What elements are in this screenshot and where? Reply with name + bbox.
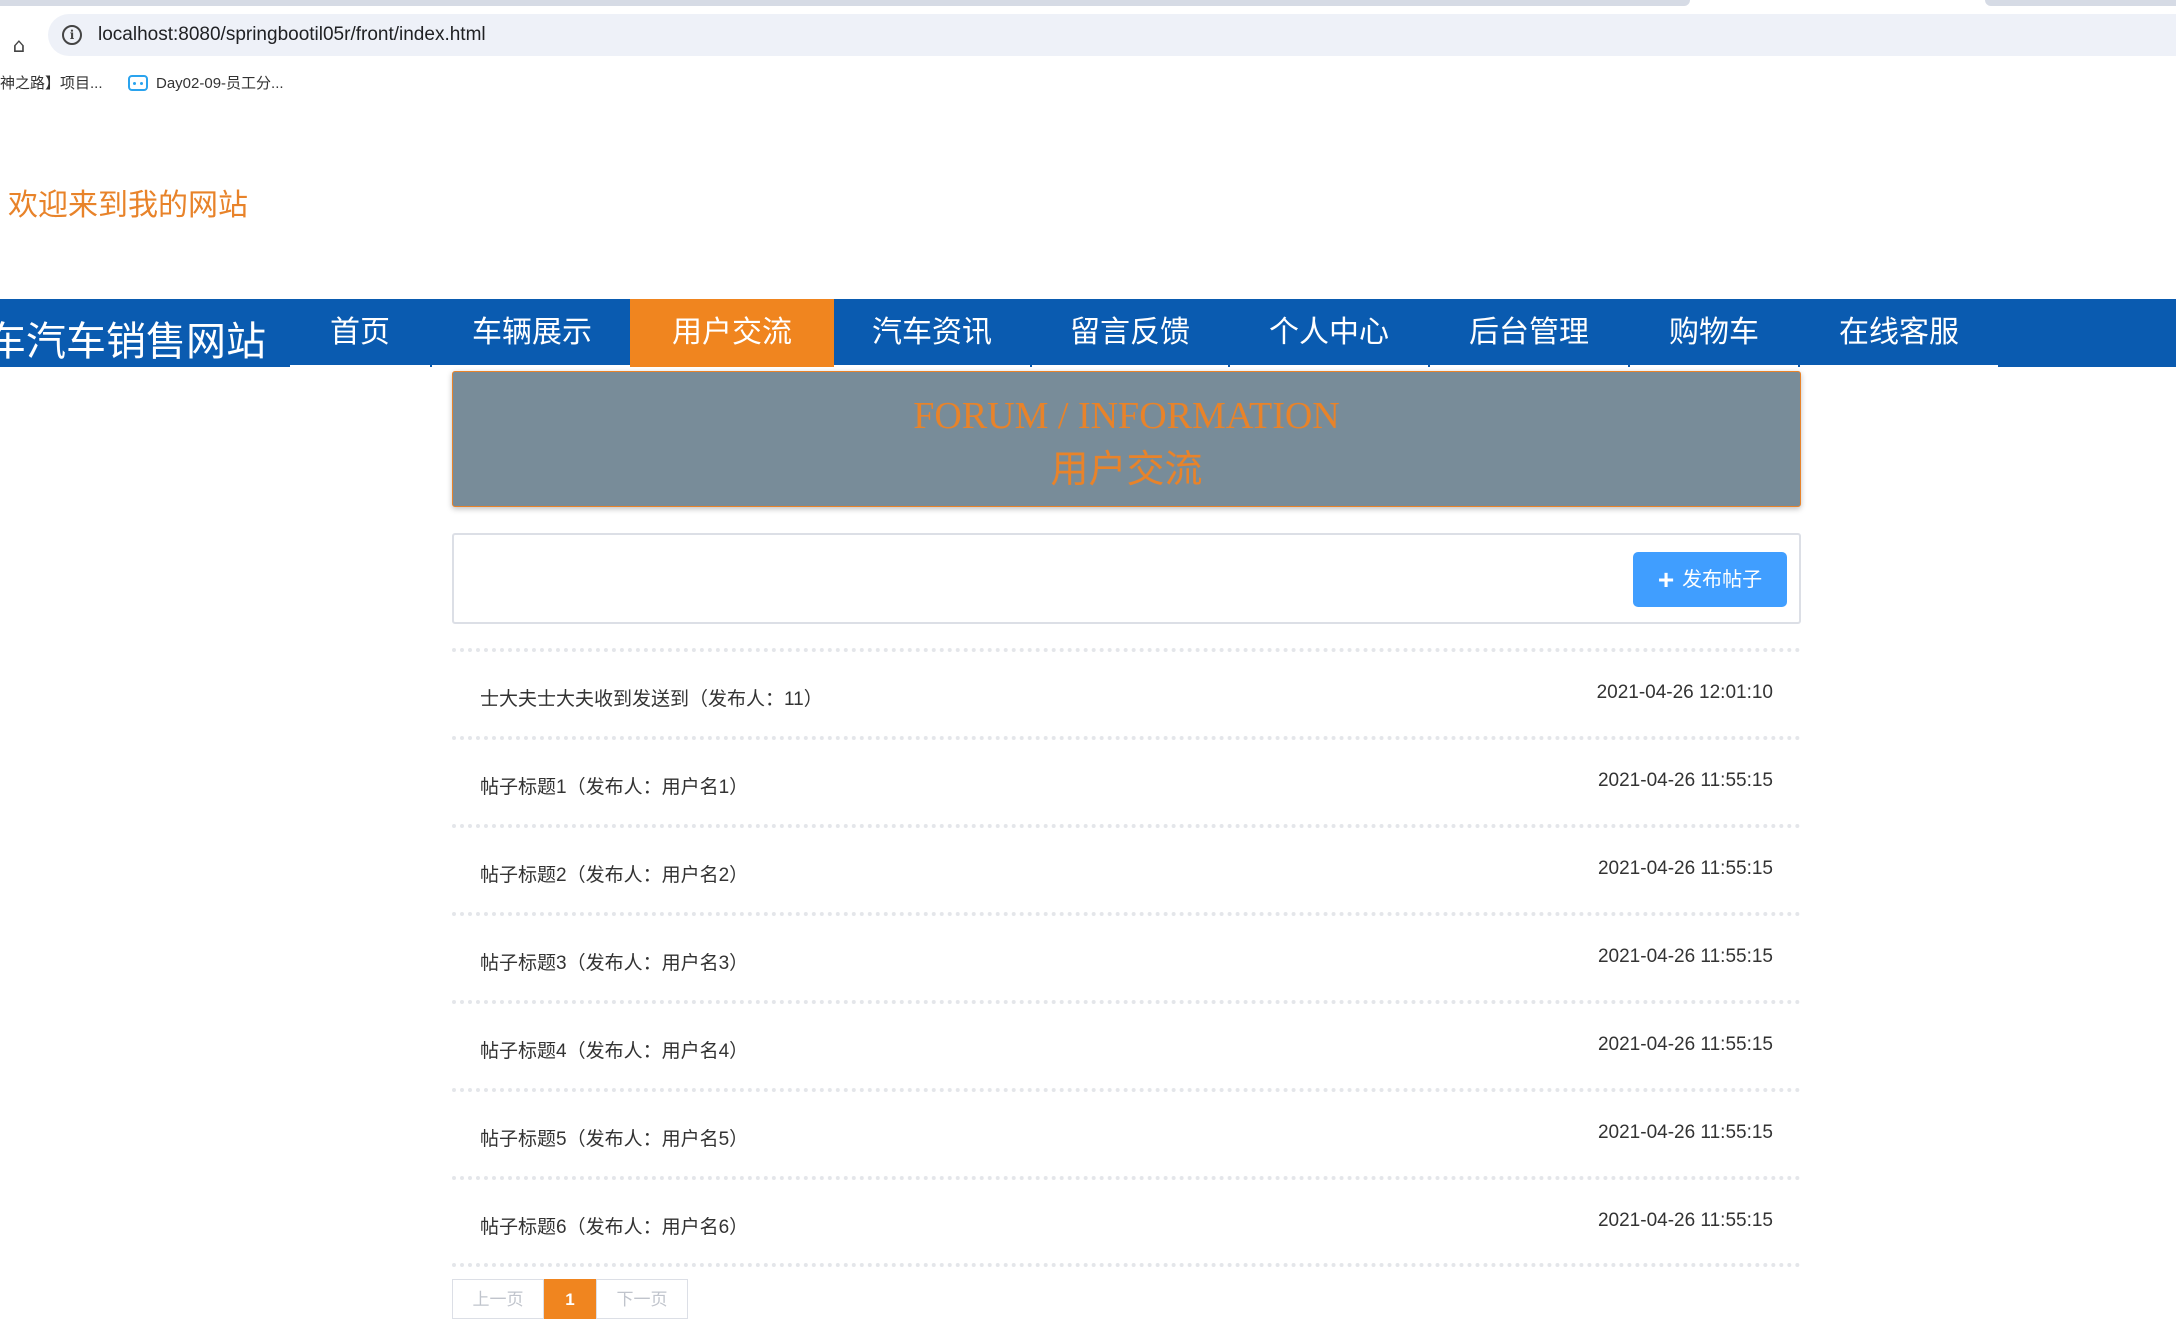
nav-item-profile[interactable]: 个人中心: [1230, 299, 1428, 367]
bookmark-label: Day02-09-员工分...: [156, 75, 284, 92]
post-row[interactable]: 帖子标题3（发布人：用户名3） 2021-04-26 11:55:15: [452, 912, 1801, 1000]
post-time: 2021-04-26 11:55:15: [1597, 1210, 1773, 1231]
site-brand: 车汽车销售网站: [0, 320, 266, 364]
bilibili-icon: [128, 75, 148, 91]
nav-item-forum[interactable]: 用户交流: [630, 299, 834, 367]
post-title[interactable]: 帖子标题3（发布人：用户名3）: [480, 948, 748, 975]
publish-label: 发布帖子: [1682, 569, 1763, 591]
post-time: 2021-04-26 12:01:10: [1596, 682, 1773, 703]
bookmark-label: 神之路】项目...: [0, 75, 103, 92]
post-title[interactable]: 帖子标题4（发布人：用户名4）: [480, 1036, 748, 1063]
browser-tab[interactable]: [0, 0, 1690, 6]
banner-title-en: FORUM / INFORMATION: [913, 395, 1340, 437]
forum-banner: FORUM / INFORMATION 用户交流: [452, 371, 1801, 507]
post-title[interactable]: 士大夫士大夫收到发送到（发布人：11）: [480, 684, 823, 711]
post-row[interactable]: 帖子标题2（发布人：用户名2） 2021-04-26 11:55:15: [452, 824, 1801, 912]
plus-icon: +: [1657, 564, 1675, 595]
post-time: 2021-04-26 11:55:15: [1597, 1122, 1773, 1143]
nav-item-support[interactable]: 在线客服: [1800, 299, 1998, 367]
post-time: 2021-04-26 11:55:15: [1597, 1034, 1773, 1055]
bookmark-item[interactable]: 神之路】项目...: [0, 72, 103, 93]
page-number-current[interactable]: 1: [544, 1279, 596, 1319]
post-time: 2021-04-26 11:55:15: [1597, 770, 1773, 791]
post-title[interactable]: 帖子标题5（发布人：用户名5）: [480, 1124, 748, 1151]
post-title[interactable]: 帖子标题2（发布人：用户名2）: [480, 860, 748, 887]
post-time: 2021-04-26 11:55:15: [1597, 858, 1773, 879]
nav-item-news[interactable]: 汽车资讯: [834, 299, 1030, 367]
nav-item-feedback[interactable]: 留言反馈: [1032, 299, 1228, 367]
url-text: localhost:8080/springbootil05r/front/ind…: [98, 24, 486, 45]
bookmark-item[interactable]: Day02-09-员工分...: [128, 72, 284, 93]
nav-item-vehicles[interactable]: 车辆展示: [432, 299, 632, 367]
publish-post-button[interactable]: + 发布帖子: [1633, 552, 1787, 607]
forum-toolbar: + 发布帖子: [452, 533, 1801, 624]
post-row[interactable]: 士大夫士大夫收到发送到（发布人：11） 2021-04-26 12:01:10: [452, 648, 1801, 736]
post-row[interactable]: 帖子标题1（发布人：用户名1） 2021-04-26 11:55:15: [452, 736, 1801, 824]
post-title[interactable]: 帖子标题1（发布人：用户名1）: [480, 772, 748, 799]
home-icon[interactable]: ⌂: [8, 34, 30, 56]
post-row[interactable]: 帖子标题4（发布人：用户名4） 2021-04-26 11:55:15: [452, 1000, 1801, 1088]
post-row[interactable]: 帖子标题5（发布人：用户名5） 2021-04-26 11:55:15: [452, 1088, 1801, 1176]
bookmarks-bar: 神之路】项目... Day02-09-员工分...: [0, 64, 2176, 100]
nav-item-home[interactable]: 首页: [290, 299, 430, 367]
post-time: 2021-04-26 11:55:15: [1597, 946, 1773, 967]
nav-item-admin[interactable]: 后台管理: [1430, 299, 1628, 367]
main-navbar: 车汽车销售网站 首页 车辆展示 用户交流 汽车资讯 留言反馈 个人中心 后台管理…: [0, 299, 2176, 367]
browser-tab-strip: [0, 0, 2176, 12]
url-field[interactable]: i localhost:8080/springbootil05r/front/i…: [48, 14, 2176, 56]
nav-item-cart[interactable]: 购物车: [1630, 299, 1798, 367]
site-info-icon[interactable]: i: [62, 25, 82, 45]
post-row[interactable]: 帖子标题6（发布人：用户名6） 2021-04-26 11:55:15: [452, 1176, 1801, 1264]
banner-title-cn: 用户交流: [1050, 449, 1203, 491]
browser-tab[interactable]: [1985, 0, 2176, 6]
next-page-button[interactable]: 下一页: [596, 1279, 688, 1319]
post-title[interactable]: 帖子标题6（发布人：用户名6）: [480, 1212, 748, 1239]
welcome-text: 欢迎来到我的网站: [8, 189, 248, 222]
list-divider: [452, 1263, 1801, 1267]
prev-page-button[interactable]: 上一页: [452, 1279, 544, 1319]
